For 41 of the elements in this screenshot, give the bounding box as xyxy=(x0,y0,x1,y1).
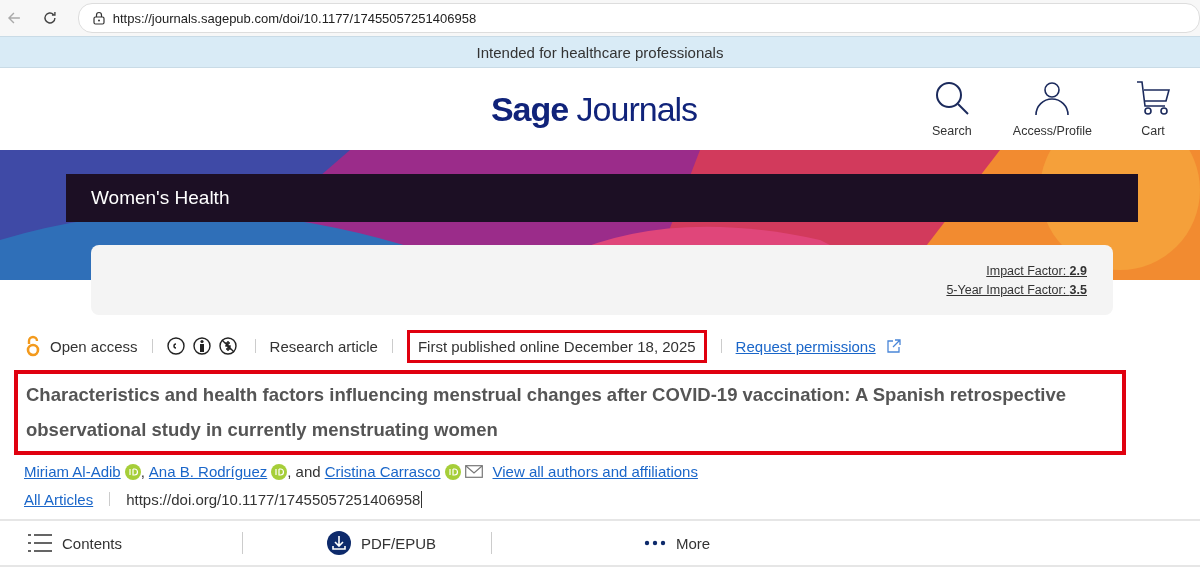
person-icon xyxy=(1035,80,1070,116)
profile-button[interactable]: Access/Profile xyxy=(1000,80,1104,138)
lock-icon xyxy=(92,11,105,25)
author-link[interactable]: Ana B. Rodríguez xyxy=(148,463,268,480)
open-access-icon xyxy=(26,335,40,357)
contents-button[interactable]: Contents xyxy=(22,532,242,554)
publication-date: First published online December 18, 2025 xyxy=(406,329,707,363)
url-text: https://journals.sagepub.com/doi/10.1177/17455057251406958 xyxy=(112,10,477,26)
cart-icon xyxy=(1136,80,1170,116)
request-permissions-link[interactable]: Request permissions xyxy=(735,337,876,355)
orcid-icon[interactable] xyxy=(271,463,288,480)
notice-text: Intended for healthcare professionals xyxy=(476,43,724,61)
address-bar[interactable]: https://journals.sagepub.com/doi/10.1177/17455057251406958 xyxy=(77,3,1200,33)
journal-title: Women's Health xyxy=(91,187,230,209)
separator-text: , xyxy=(140,463,145,480)
external-link-icon xyxy=(885,338,902,354)
reload-icon[interactable] xyxy=(41,10,58,26)
access-label: Open access xyxy=(50,337,138,355)
download-button[interactable]: PDF/EPUB xyxy=(321,530,491,556)
author-link[interactable]: Miriam Al-Adib xyxy=(24,463,121,480)
orcid-icon[interactable] xyxy=(124,463,141,480)
separator-text: , and xyxy=(287,463,321,480)
all-authors-link[interactable]: View all authors and affiliations xyxy=(492,463,698,480)
article-title: Characteristics and health factors influencing menstrual changes after COVID-19 vaccination: A Spanish retrospective observational study in currently menstruating women xyxy=(14,370,1126,455)
metric-link[interactable]: 5-Year Impact Factor: 3.5 xyxy=(946,282,1087,297)
more-icon xyxy=(644,540,666,546)
cart-button[interactable]: Cart xyxy=(1118,80,1188,138)
all-articles-link[interactable]: All Articles xyxy=(24,490,94,508)
more-button[interactable]: More xyxy=(638,533,717,553)
metric-link[interactable]: Impact Factor: 2.9 xyxy=(986,263,1087,278)
article-type: Research article xyxy=(269,337,378,355)
download-icon xyxy=(327,531,351,555)
doi-text: https://doi.org/10.1177/17455057251406958 xyxy=(126,490,423,508)
mail-icon[interactable] xyxy=(464,465,483,478)
search-icon xyxy=(933,80,970,116)
orcid-icon[interactable] xyxy=(444,463,461,480)
back-icon[interactable] xyxy=(6,10,22,26)
list-icon xyxy=(28,533,52,553)
author-link[interactable]: Cristina Carrasco xyxy=(324,463,441,480)
logo[interactable]: Sage Journals xyxy=(490,89,698,129)
search-button[interactable]: Search xyxy=(916,80,987,138)
